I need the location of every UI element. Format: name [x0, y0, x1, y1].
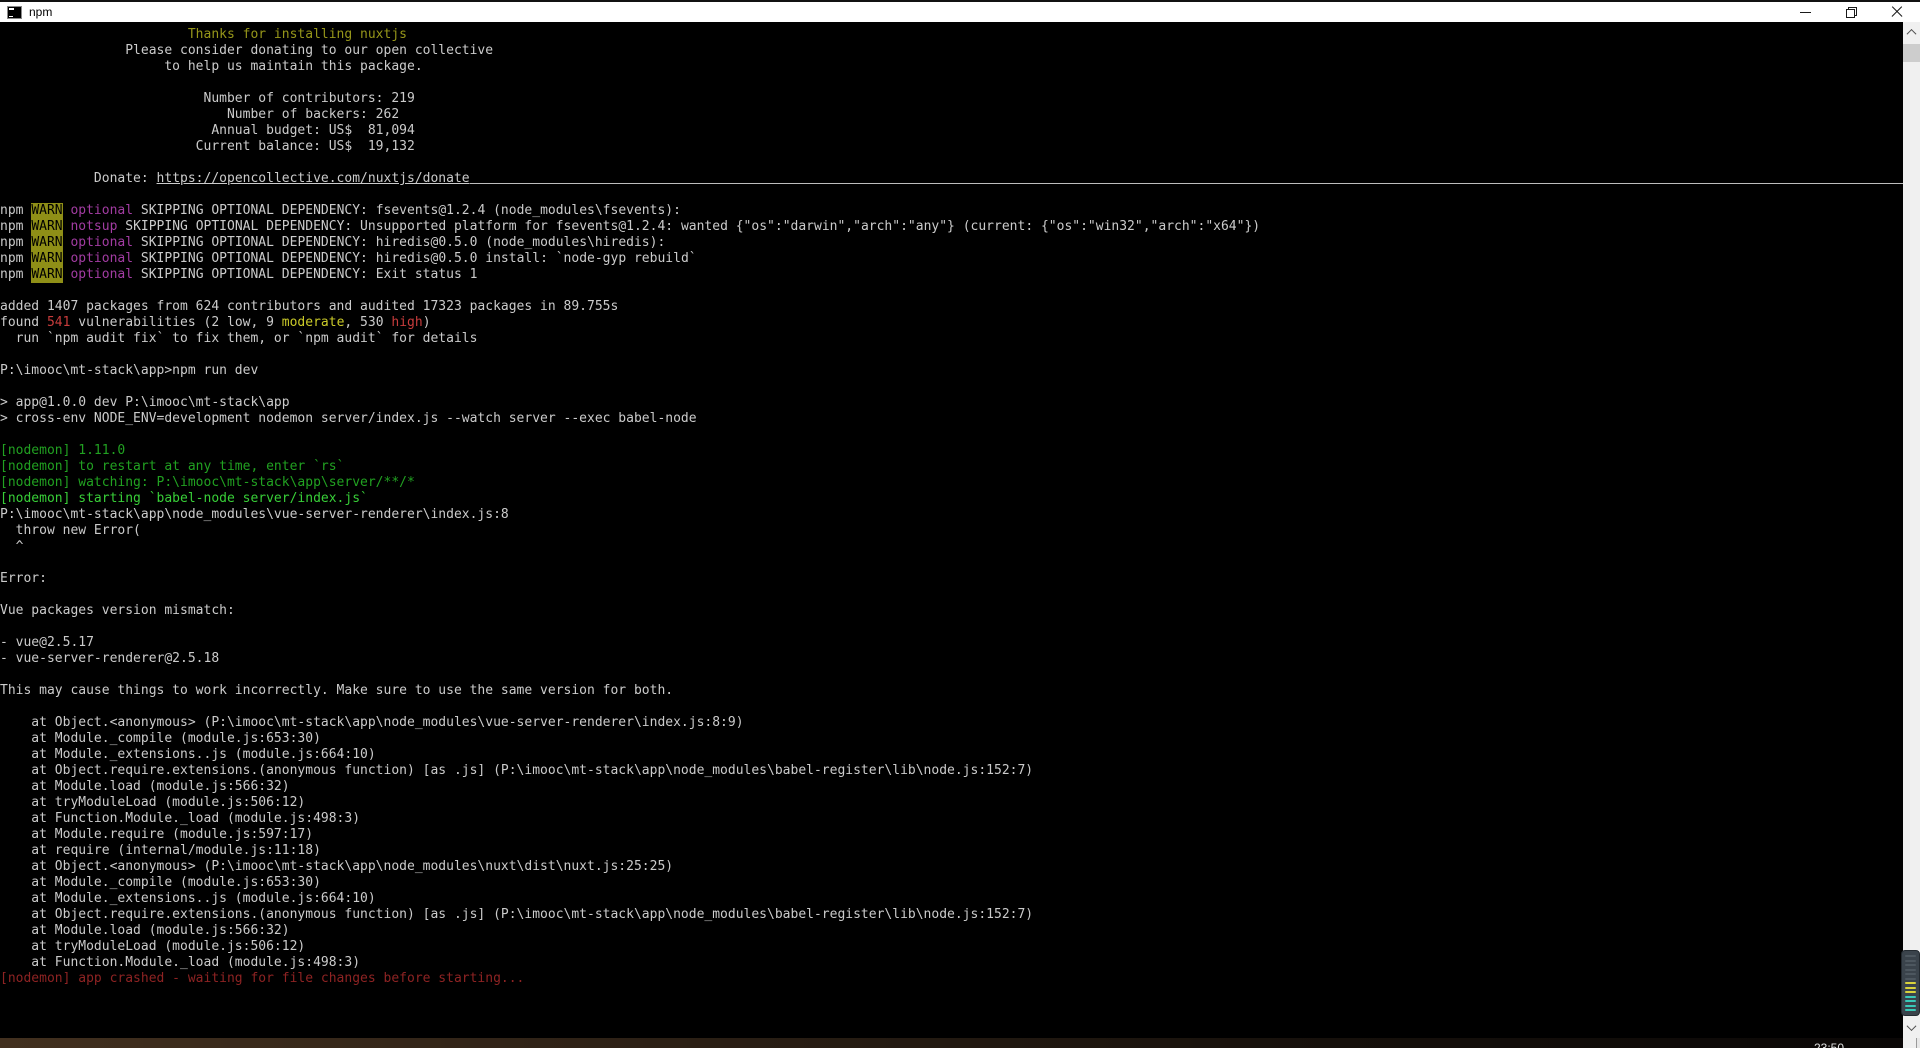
terminal-line: at Object.require.extensions.(anonymous … — [0, 763, 1034, 778]
close-icon — [1891, 6, 1903, 18]
terminal-line: [nodemon] starting `babel-node server/in… — [0, 491, 368, 506]
scroll-down-button[interactable] — [1903, 1019, 1920, 1036]
window-title: npm — [29, 5, 53, 19]
terminal-line: at Object.require.extensions.(anonymous … — [0, 907, 1034, 922]
terminal-line: Please consider donating to our open col… — [0, 43, 494, 58]
terminal-line: [nodemon] watching: P:\imooc\mt-stack\ap… — [0, 475, 415, 490]
terminal-line: throw new Error( — [0, 523, 141, 538]
terminal-line: Number of backers: 262 — [0, 107, 400, 122]
terminal-line: at Module._compile (module.js:653:30) — [0, 731, 321, 746]
terminal-line: ^ — [0, 539, 24, 554]
terminal-line: P:\imooc\mt-stack\app\node_modules\vue-s… — [0, 507, 509, 522]
minimize-button[interactable] — [1782, 2, 1828, 22]
terminal-line: Current balance: US$ 19,132 — [0, 139, 415, 154]
terminal-line: Number of contributors: 219 — [0, 91, 415, 106]
terminal-line: at Module.load (module.js:566:32) — [0, 923, 290, 938]
maximize-restore-button[interactable] — [1828, 2, 1874, 22]
terminal-line: added 1407 packages from 624 contributor… — [0, 299, 619, 314]
terminal-line: at Module._extensions..js (module.js:664… — [0, 891, 376, 906]
scroll-up-button[interactable] — [1903, 24, 1920, 41]
minimize-icon — [1799, 11, 1811, 13]
terminal-line: Error: — [0, 571, 47, 586]
scrollbar-track[interactable] — [1901, 22, 1920, 1048]
terminal-line: at Module._compile (module.js:653:30) — [0, 875, 321, 890]
terminal-line: P:\imooc\mt-stack\app>npm run dev — [0, 363, 259, 378]
terminal-line: - vue@2.5.17 — [0, 635, 94, 650]
terminal-line: at Object.<anonymous> (P:\imooc\mt-stack… — [0, 859, 674, 874]
chevron-down-icon — [1906, 1021, 1917, 1032]
terminal-line: npm WARN notsup SKIPPING OPTIONAL DEPEND… — [0, 219, 1261, 235]
terminal-line: Donate: https://opencollective.com/nuxtj… — [0, 171, 1903, 187]
terminal-line: [nodemon] app crashed - waiting for file… — [0, 971, 525, 986]
terminal-line: npm WARN optional SKIPPING OPTIONAL DEPE… — [0, 267, 478, 283]
cmd-icon — [7, 5, 22, 19]
terminal-line: at Module.require (module.js:597:17) — [0, 827, 314, 842]
terminal-line: at require (internal/module.js:11:18) — [0, 843, 321, 858]
terminal-output[interactable]: Thanks for installing nuxtjs Please cons… — [0, 22, 1903, 1038]
terminal-line: at Function.Module._load (module.js:498:… — [0, 955, 361, 970]
stripe-indicator-widget — [1901, 950, 1920, 1016]
terminal-line: at Module.load (module.js:566:32) — [0, 779, 290, 794]
terminal-line: > app@1.0.0 dev P:\imooc\mt-stack\app — [0, 395, 290, 410]
show-desktop-button[interactable] — [1916, 1038, 1920, 1048]
scrollbar-thumb[interactable] — [1903, 44, 1920, 62]
terminal-line: > cross-env NODE_ENV=development nodemon… — [0, 411, 697, 426]
terminal-line: This may cause things to work incorrectl… — [0, 683, 674, 698]
terminal-line: at Module._extensions..js (module.js:664… — [0, 747, 376, 762]
titlebar[interactable]: npm — [0, 2, 1920, 22]
terminal-line: found 541 vulnerabilities (2 low, 9 mode… — [0, 315, 431, 330]
chevron-up-icon — [1906, 28, 1917, 39]
terminal-line: Vue packages version mismatch: — [0, 603, 235, 618]
terminal-line: at tryModuleLoad (module.js:506:12) — [0, 939, 306, 954]
window-controls — [1782, 2, 1920, 22]
taskbar[interactable]: 23:50 — [0, 1038, 1903, 1048]
terminal-line: [nodemon] to restart at any time, enter … — [0, 459, 345, 474]
terminal-line: at tryModuleLoad (module.js:506:12) — [0, 795, 306, 810]
terminal-line: npm WARN optional SKIPPING OPTIONAL DEPE… — [0, 235, 666, 251]
taskbar-clock: 23:50 — [1814, 1041, 1845, 1048]
terminal-line: to help us maintain this package. — [0, 59, 423, 74]
terminal-line: - vue-server-renderer@2.5.18 — [0, 651, 220, 666]
terminal-line: [nodemon] 1.11.0 — [0, 443, 126, 458]
close-button[interactable] — [1874, 2, 1920, 22]
terminal-line: at Function.Module._load (module.js:498:… — [0, 811, 361, 826]
terminal-line: npm WARN optional SKIPPING OPTIONAL DEPE… — [0, 251, 697, 267]
terminal-line: run `npm audit fix` to fix them, or `npm… — [0, 331, 478, 346]
terminal-line: npm WARN optional SKIPPING OPTIONAL DEPE… — [0, 203, 681, 219]
terminal-line: Annual budget: US$ 81,094 — [0, 123, 415, 138]
terminal-line: Thanks for installing nuxtjs — [0, 27, 407, 42]
restore-icon — [1845, 6, 1857, 18]
terminal-line: at Object.<anonymous> (P:\imooc\mt-stack… — [0, 715, 744, 730]
